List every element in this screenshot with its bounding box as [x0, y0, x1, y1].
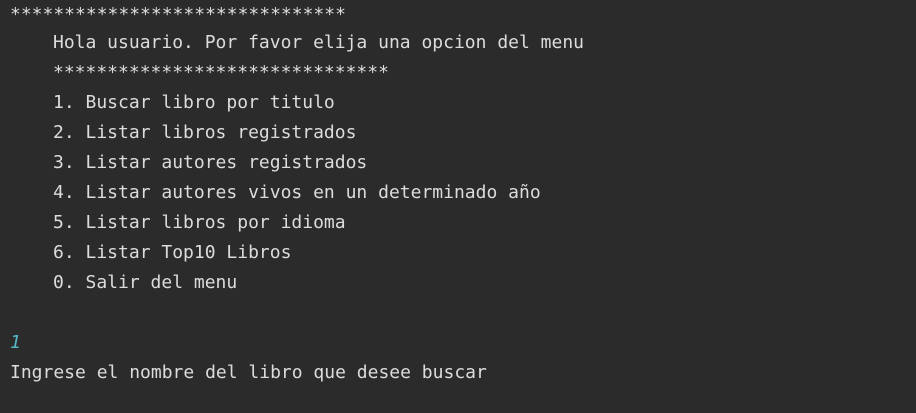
menu-item: 6. Listar Top10 Libros: [53, 242, 292, 263]
menu-item: 5. Listar libros por idioma: [53, 212, 346, 233]
menu-item: 0. Salir del menu: [53, 272, 238, 293]
user-input-echo: 1: [10, 332, 21, 353]
separator-top: *******************************: [10, 4, 346, 25]
console-output[interactable]: ******************************* Hola usu…: [0, 0, 916, 413]
menu-item: 1. Buscar libro por titulo: [53, 92, 335, 113]
menu-item: 3. Listar autores registrados: [53, 152, 368, 173]
search-prompt: Ingrese el nombre del libro que desee bu…: [10, 362, 487, 383]
greeting-text: Hola usuario. Por favor elija una opcion…: [53, 32, 585, 53]
menu-item: 4. Listar autores vivos en un determinad…: [53, 182, 541, 203]
menu-item: 2. Listar libros registrados: [53, 122, 357, 143]
separator-inner: *******************************: [53, 62, 389, 83]
